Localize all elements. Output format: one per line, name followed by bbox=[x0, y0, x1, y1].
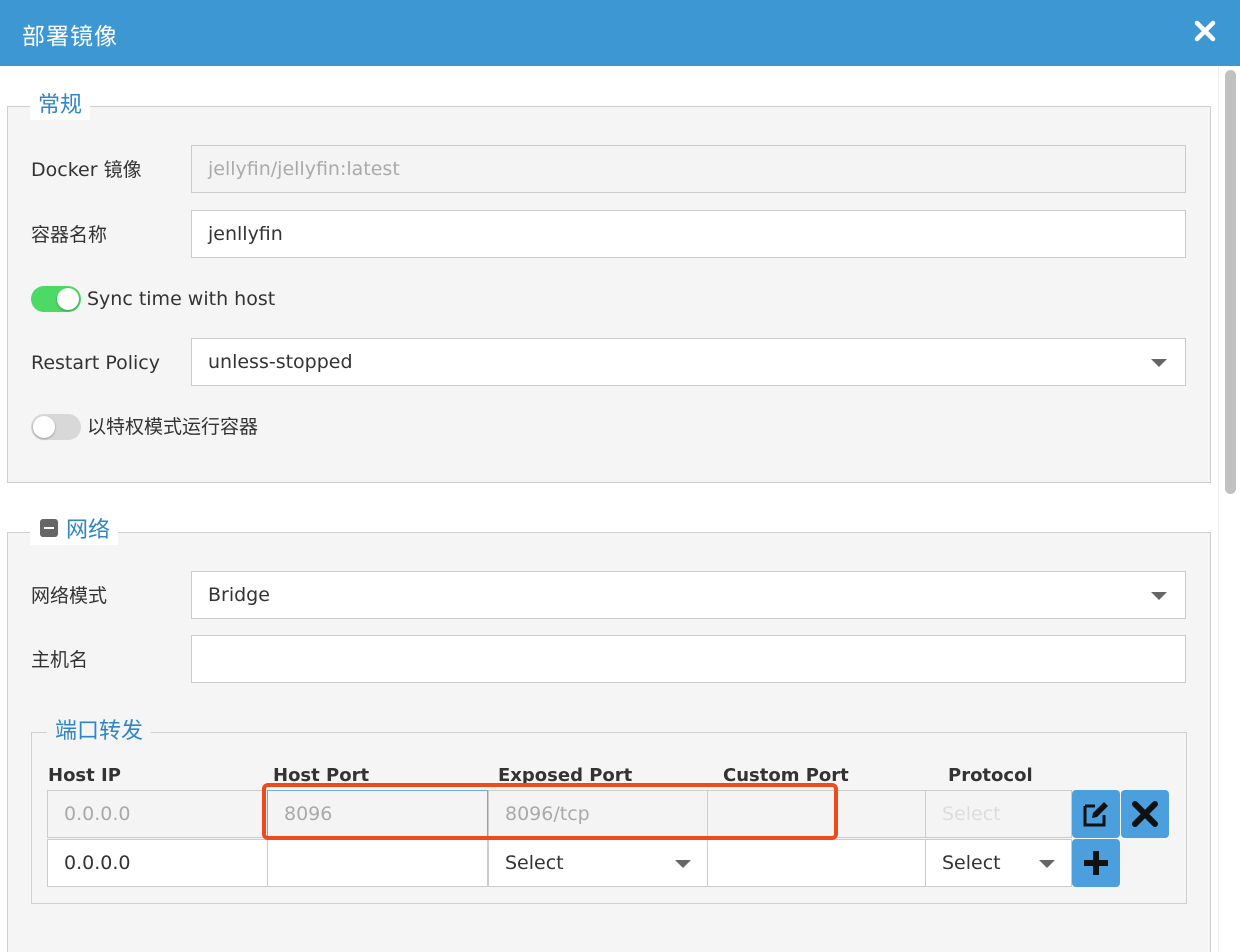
row1-protocol: Select bbox=[925, 790, 1072, 838]
hostname-label: 主机名 bbox=[31, 649, 89, 671]
close-icon bbox=[1132, 801, 1158, 827]
row1-delete-button[interactable] bbox=[1121, 790, 1169, 838]
row2-protocol-select[interactable]: Select bbox=[925, 839, 1072, 887]
col-host-port: Host Port bbox=[273, 765, 370, 786]
port-forwarding-legend: 端口转发 bbox=[47, 718, 152, 746]
col-exposed-port: Exposed Port bbox=[498, 765, 633, 786]
row1-host-ip: 0.0.0.0 bbox=[47, 790, 268, 838]
edit-icon bbox=[1083, 802, 1108, 827]
row2-exposed-port-select[interactable]: Select bbox=[488, 839, 708, 887]
hostname-input[interactable] bbox=[191, 635, 1186, 683]
toggle-knob bbox=[57, 288, 79, 310]
scrollbar[interactable] bbox=[1218, 66, 1240, 952]
general-legend: 常规 bbox=[30, 92, 91, 120]
dialog-titlebar: 部署镜像 bbox=[0, 0, 1240, 66]
plus-icon bbox=[1084, 851, 1108, 875]
chevron-down-icon bbox=[1039, 860, 1055, 868]
docker-image-input: jellyfin/jellyfin:latest bbox=[191, 145, 1186, 193]
row1-exposed-port: 8096/tcp bbox=[488, 790, 708, 838]
toggle-knob bbox=[33, 416, 55, 438]
container-name-label: 容器名称 bbox=[31, 224, 108, 246]
network-mode-value: Bridge bbox=[208, 584, 270, 606]
row1-host-port[interactable]: 8096 bbox=[267, 790, 488, 838]
container-name-input[interactable]: jenllyfin bbox=[191, 210, 1186, 258]
restart-policy-select[interactable]: unless-stopped bbox=[191, 338, 1186, 386]
network-mode-select[interactable]: Bridge bbox=[191, 571, 1186, 619]
chevron-down-icon bbox=[1151, 359, 1167, 367]
docker-image-label: Docker 镜像 bbox=[31, 159, 142, 181]
network-legend: 网络 bbox=[66, 518, 111, 543]
privileged-toggle[interactable] bbox=[31, 414, 81, 440]
restart-policy-label: Restart Policy bbox=[31, 352, 160, 374]
chevron-down-icon bbox=[1151, 592, 1167, 600]
col-protocol: Protocol bbox=[948, 765, 1033, 786]
row2-exposed-port-value: Select bbox=[505, 852, 564, 874]
scrollbar-thumb[interactable] bbox=[1225, 70, 1236, 494]
row1-edit-button[interactable] bbox=[1072, 790, 1120, 838]
row2-protocol-value: Select bbox=[942, 852, 1001, 874]
dialog-content: 常规 Docker 镜像 jellyfin/jellyfin:latest 容器… bbox=[0, 66, 1218, 952]
collapse-icon[interactable] bbox=[40, 519, 58, 537]
row2-host-port[interactable] bbox=[267, 839, 488, 887]
sync-time-label: Sync time with host bbox=[87, 288, 276, 310]
dialog-title: 部署镜像 bbox=[22, 24, 118, 50]
network-mode-label: 网络模式 bbox=[31, 585, 108, 607]
row1-custom-port[interactable] bbox=[707, 790, 926, 838]
row2-custom-port[interactable] bbox=[707, 839, 926, 887]
row2-add-button[interactable] bbox=[1072, 839, 1120, 887]
row2-host-ip[interactable]: 0.0.0.0 bbox=[47, 839, 268, 887]
sync-time-toggle[interactable] bbox=[31, 286, 81, 312]
restart-policy-value: unless-stopped bbox=[208, 351, 353, 373]
col-custom-port: Custom Port bbox=[723, 765, 849, 786]
col-host-ip: Host IP bbox=[48, 765, 121, 786]
chevron-down-icon bbox=[675, 860, 691, 868]
network-legend-wrap: 网络 bbox=[30, 517, 119, 545]
close-icon[interactable] bbox=[1192, 18, 1218, 44]
privileged-label: 以特权模式运行容器 bbox=[87, 416, 259, 438]
